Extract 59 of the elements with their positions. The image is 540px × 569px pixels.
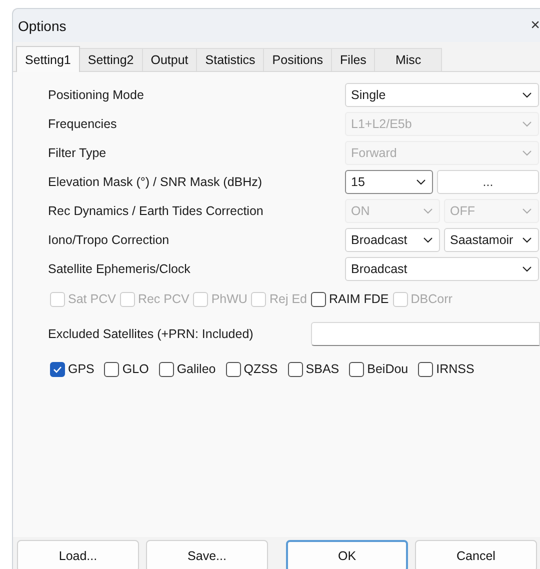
- checkbox-label: GPS: [68, 362, 94, 376]
- caret-icon: [522, 92, 532, 98]
- checkbox-label: QZSS: [244, 362, 278, 376]
- window-title: Options: [18, 18, 66, 34]
- tab[interactable]: Misc: [374, 48, 442, 71]
- tab[interactable]: Setting2: [78, 48, 143, 71]
- tab[interactable]: Statistics: [196, 48, 264, 71]
- checkbox-label: RAIM FDE: [329, 292, 389, 306]
- dropdown[interactable]: Broadcast: [345, 256, 539, 280]
- caret-icon: [522, 120, 532, 126]
- tab[interactable]: Positions: [263, 48, 332, 71]
- caret-icon: [416, 178, 426, 184]
- field-label: Positioning Mode: [48, 88, 145, 102]
- field-label: Excluded Satellites (+PRN: Included): [48, 327, 254, 341]
- field-label: Filter Type: [48, 146, 108, 160]
- tab[interactable]: Output: [142, 48, 198, 71]
- checkbox-label: Galileo: [176, 362, 216, 376]
- field-label: Frequencies: [48, 116, 118, 130]
- dropdown[interactable]: 15: [345, 170, 433, 194]
- checkbox[interactable]: [104, 362, 120, 376]
- checkbox[interactable]: [288, 362, 303, 376]
- dropdown[interactable]: Saastamoir: [444, 228, 539, 252]
- caret-icon: [522, 208, 532, 214]
- checkbox-label: BeiDou: [367, 362, 408, 376]
- dialog-button[interactable]: Cancel: [415, 540, 537, 569]
- checkbox-label: Rej Ed: [269, 292, 307, 306]
- browse-button[interactable]: ...: [437, 170, 539, 194]
- caret-icon: [522, 150, 532, 156]
- checkbox-label: Sat PCV: [68, 292, 116, 306]
- checkbox[interactable]: [158, 362, 174, 376]
- checkbox[interactable]: [349, 362, 364, 376]
- checkbox-label: IRNSS: [436, 362, 474, 376]
- checkmark-icon: [53, 366, 62, 372]
- dialog-button[interactable]: OK: [286, 540, 408, 569]
- close-button[interactable]: ×: [530, 16, 540, 34]
- tab[interactable]: Setting1: [16, 46, 80, 72]
- field-label: Satellite Ephemeris/Clock: [48, 262, 192, 276]
- dialog-button[interactable]: Save...: [146, 540, 268, 569]
- dialog-button[interactable]: Load...: [17, 540, 139, 569]
- dropdown[interactable]: Broadcast: [345, 228, 440, 252]
- checkbox[interactable]: [311, 292, 326, 306]
- checkbox-label: PhWU: [211, 292, 248, 306]
- caret-icon: [522, 266, 532, 272]
- checkbox-label: GLO: [122, 362, 149, 376]
- checkbox[interactable]: [418, 362, 434, 376]
- checkbox-label: DBCorr: [410, 292, 452, 306]
- checkbox-label: SBAS: [306, 362, 340, 376]
- input-field[interactable]: [311, 322, 540, 346]
- tab[interactable]: Files: [331, 48, 376, 71]
- field-label: Iono/Tropo Correction: [48, 232, 170, 246]
- caret-icon: [423, 236, 433, 242]
- checkbox-label: Rec PCV: [138, 292, 190, 306]
- field-label: Elevation Mask (°) / SNR Mask (dBHz): [48, 174, 264, 188]
- caret-icon: [522, 236, 532, 242]
- checkbox[interactable]: [226, 362, 241, 376]
- caret-icon: [423, 208, 433, 214]
- dropdown[interactable]: Single: [345, 82, 539, 106]
- field-label: Rec Dynamics / Earth Tides Correction: [48, 204, 264, 218]
- checkbox[interactable]: [50, 362, 65, 376]
